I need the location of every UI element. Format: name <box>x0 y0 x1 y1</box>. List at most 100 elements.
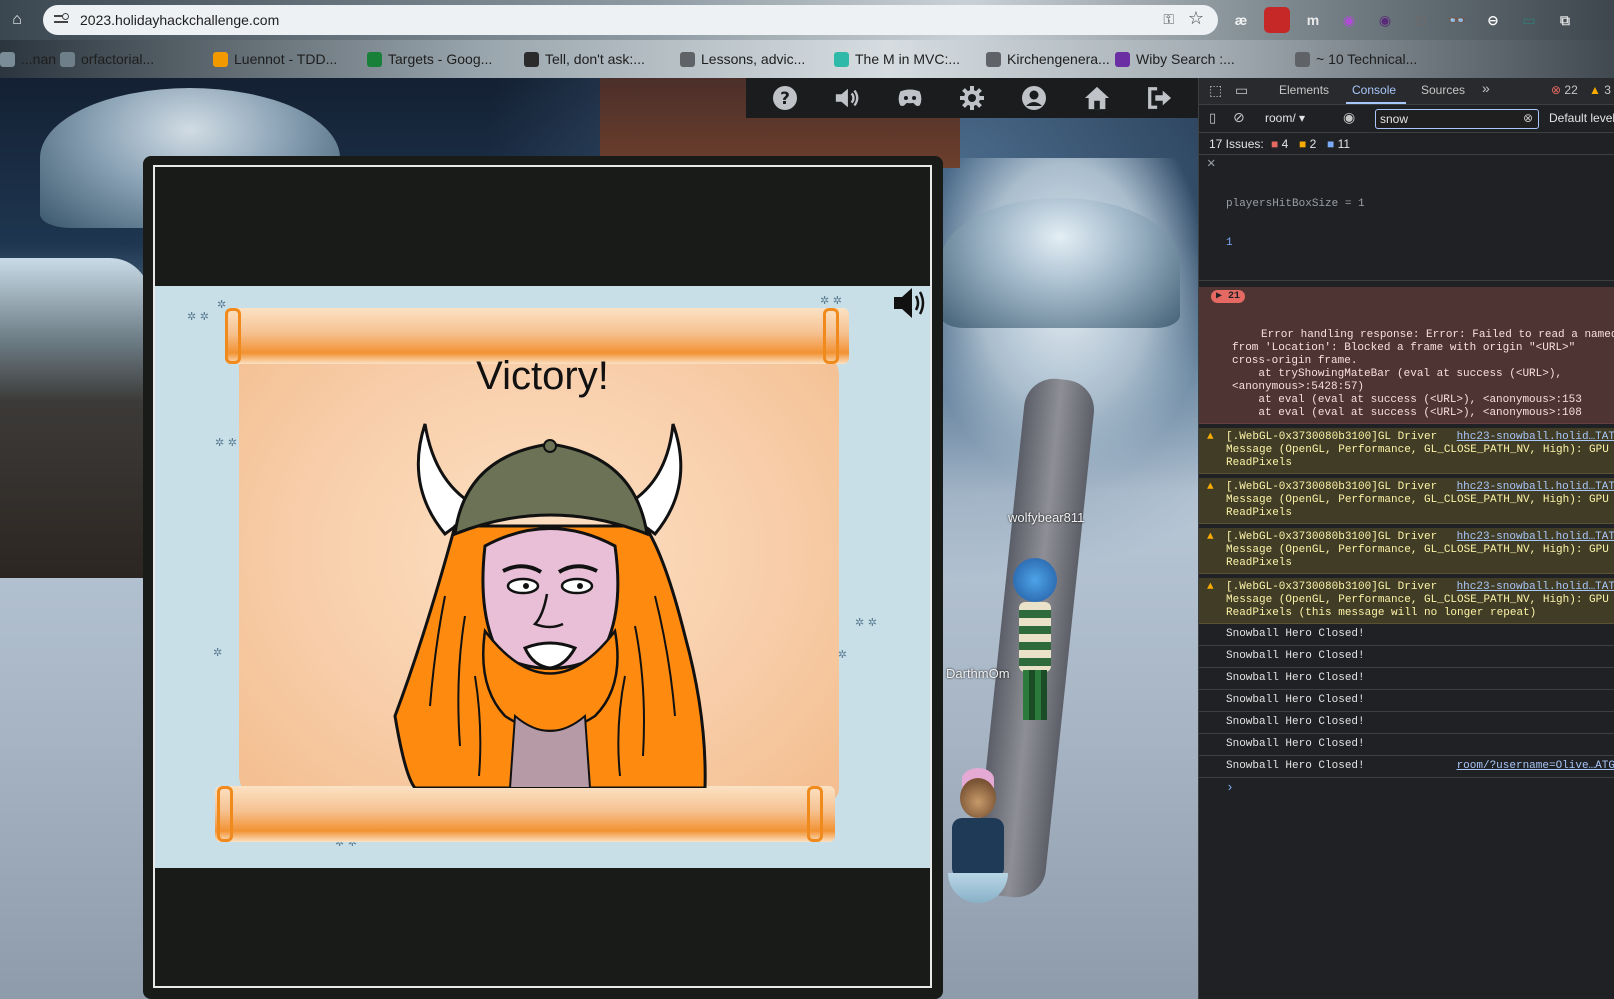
error-message-line: Error handling response: Error: Failed t… <box>1261 329 1614 341</box>
console-expression-row[interactable]: ✕ playersHitBoxSize = 1 1 <box>1199 156 1614 281</box>
warning-message-line: Message (OpenGL, Performance, GL_CLOSE_P… <box>1226 544 1609 556</box>
player-avatar[interactable] <box>1005 558 1065 758</box>
bookmark-favicon-icon <box>986 51 1001 67</box>
warning-message-line: ReadPixels (this message will no longer … <box>1226 607 1537 619</box>
svg-text:✲ ✲: ✲ ✲ <box>855 616 877 629</box>
extension-icon[interactable]: ◉ <box>1336 7 1362 33</box>
warning-source-link[interactable]: hhc23-snowball.holid…TAT <box>1452 431 1614 444</box>
bookmark-item[interactable]: Tell, don't ask:... <box>524 50 645 68</box>
victory-screen[interactable]: ✲ ✲✲ ✲ ✲✲ ✲ ✲ ✲✲ ✲ ✲✲ ✲ Victory! <box>155 286 930 868</box>
live-expression-eye-icon[interactable]: ◉ <box>1343 109 1355 126</box>
warning-message-line: Message (OpenGL, Performance, GL_CLOSE_P… <box>1226 444 1609 456</box>
password-key-icon[interactable]: ⚿ <box>1163 11 1174 28</box>
console-log-entry[interactable]: Snowball Hero Closed! <box>1199 646 1614 668</box>
bookmark-label: Tell, don't ask:... <box>545 51 645 67</box>
console-warning-entry[interactable]: ▲ hhc23-snowball.holid…TAT [.WebGL-0x37300… <box>1199 578 1614 624</box>
extension-icon[interactable]: m <box>1300 7 1326 33</box>
player-avatar[interactable] <box>948 768 1008 948</box>
settings-icon[interactable] <box>959 85 985 111</box>
console-warning-entry[interactable]: ▲ hhc23-snowball.holid…TAT [.WebGL-0x37300… <box>1199 428 1614 474</box>
context-label: room/ <box>1265 111 1296 125</box>
volume-icon[interactable] <box>892 286 928 320</box>
bookmark-favicon-icon <box>0 51 15 67</box>
discord-icon[interactable] <box>897 85 923 111</box>
home-icon[interactable]: ⌂ <box>6 9 28 31</box>
cabin <box>0 258 150 578</box>
error-counter[interactable]: ⊗ 22 <box>1551 83 1578 97</box>
bookmark-favicon-icon <box>524 51 539 67</box>
console-prompt[interactable]: › <box>1199 778 1614 797</box>
console-log-entry[interactable]: Snowball Hero Closed! <box>1199 668 1614 690</box>
warning-message-line: Message (OpenGL, Performance, GL_CLOSE_P… <box>1226 594 1609 606</box>
log-source-link[interactable]: room/?username=Olive…ATG <box>1453 760 1614 773</box>
clear-filter-icon[interactable]: ⊗ <box>1523 111 1533 125</box>
warning-message-line: ReadPixels <box>1226 507 1293 519</box>
console-error-entry[interactable]: ▶ 21 Error handling response: Error: Fai… <box>1199 287 1614 424</box>
console-log-entry[interactable]: Snowball Hero Closed! room/?username=Oliv… <box>1199 756 1614 778</box>
home-icon[interactable] <box>1084 85 1110 111</box>
bookmark-item[interactable]: Kirchengenera... <box>986 50 1110 68</box>
tab-console[interactable]: Console <box>1352 83 1396 97</box>
svg-text:?: ? <box>780 89 790 109</box>
console-filter-input[interactable] <box>1375 109 1539 129</box>
extension-icon[interactable]: ⊡ <box>1408 7 1434 33</box>
bookmark-item[interactable]: ...nan <box>0 50 56 68</box>
warning-source-link[interactable]: hhc23-snowball.holid…TAT <box>1452 531 1614 544</box>
bookmark-star-icon[interactable]: ☆ <box>1188 8 1204 29</box>
bookmark-label: Luennot - TDD... <box>234 51 338 67</box>
warning-message-line: Message (OpenGL, Performance, GL_CLOSE_P… <box>1226 494 1609 506</box>
issues-bar[interactable]: 17 Issues: ■ 4 ■ 2 ■ 11 <box>1199 133 1614 155</box>
extension-icon[interactable]: ◉ <box>1372 7 1398 33</box>
bookmark-item[interactable]: Lessons, advic... <box>680 50 805 68</box>
devtools-tab-bar: ⬚ ▭ Elements Console Sources » ⊗ 22 ▲ 3 <box>1199 78 1614 105</box>
issue-warning-icon: ■ <box>1299 137 1307 151</box>
extension-icon[interactable]: 👓 <box>1444 7 1470 33</box>
help-icon[interactable]: ? <box>772 85 798 111</box>
device-toggle-icon[interactable]: ▭ <box>1235 82 1248 99</box>
tab-sources[interactable]: Sources <box>1421 83 1465 97</box>
log-message: Snowball Hero Closed! <box>1226 628 1365 640</box>
clear-console-icon[interactable]: ⊘ <box>1233 109 1245 126</box>
bookmark-label: ...nan <box>21 51 57 67</box>
sound-icon[interactable] <box>834 85 860 111</box>
extension-icon[interactable]: ⧉ <box>1552 7 1578 33</box>
viking-portrait <box>393 423 707 788</box>
tab-elements[interactable]: Elements <box>1279 83 1329 97</box>
console-log-entry[interactable]: Snowball Hero Closed! <box>1199 712 1614 734</box>
bookmark-item[interactable]: Wiby Search :... <box>1115 50 1235 68</box>
avatar-legs <box>1023 670 1047 720</box>
warning-counter[interactable]: ▲ 3 <box>1589 83 1611 97</box>
inspect-element-icon[interactable]: ⬚ <box>1209 82 1222 99</box>
close-expression-icon[interactable]: ✕ <box>1207 157 1215 171</box>
profile-icon[interactable] <box>1021 85 1047 111</box>
console-log-entry[interactable]: Snowball Hero Closed! <box>1199 690 1614 712</box>
avatar-head <box>1013 558 1057 602</box>
console-warning-entry[interactable]: ▲ hhc23-snowball.holid…TAT [.WebGL-0x37300… <box>1199 478 1614 524</box>
sidebar-toggle-icon[interactable]: ▯ <box>1209 110 1216 126</box>
bookmark-item[interactable]: ~ 10 Technical... <box>1295 50 1417 68</box>
context-selector[interactable]: room/ ▾ <box>1265 111 1305 125</box>
console-log-entry[interactable]: Snowball Hero Closed! <box>1199 734 1614 756</box>
address-bar[interactable]: 2023.holidayhackchallenge.com ⚿ ☆ <box>43 5 1218 35</box>
url-text[interactable]: 2023.holidayhackchallenge.com <box>80 12 279 28</box>
bookmark-label: Wiby Search :... <box>1136 51 1235 67</box>
site-info-icon[interactable] <box>53 11 71 29</box>
extension-icon[interactable]: æ <box>1228 7 1254 33</box>
extension-icon[interactable]: ▭ <box>1516 7 1542 33</box>
log-levels-dropdown[interactable]: Default levels <box>1549 111 1614 125</box>
bookmark-item[interactable]: The M in MVC:... <box>834 50 960 68</box>
svg-text:✲: ✲ <box>217 298 226 311</box>
console-log-entry[interactable]: Snowball Hero Closed! <box>1199 624 1614 646</box>
log-message: Snowball Hero Closed! <box>1226 694 1365 706</box>
avatar-body <box>1019 602 1051 672</box>
more-tabs-icon[interactable]: » <box>1482 80 1490 96</box>
bookmark-item[interactable]: Luennot - TDD... <box>213 50 337 68</box>
extension-icon[interactable]: ⊖ <box>1480 7 1506 33</box>
bookmark-item[interactable]: Targets - Goog... <box>367 50 492 68</box>
logout-icon[interactable] <box>1146 85 1172 111</box>
warning-source-link[interactable]: hhc23-snowball.holid…TAT <box>1452 481 1614 494</box>
console-warning-entry[interactable]: ▲ hhc23-snowball.holid…TAT [.WebGL-0x37300… <box>1199 528 1614 574</box>
extension-icon[interactable]: 1 <box>1264 7 1290 33</box>
warning-source-link[interactable]: hhc23-snowball.holid…TAT <box>1452 581 1614 594</box>
bookmark-item[interactable]: orfactorial... <box>60 50 154 68</box>
